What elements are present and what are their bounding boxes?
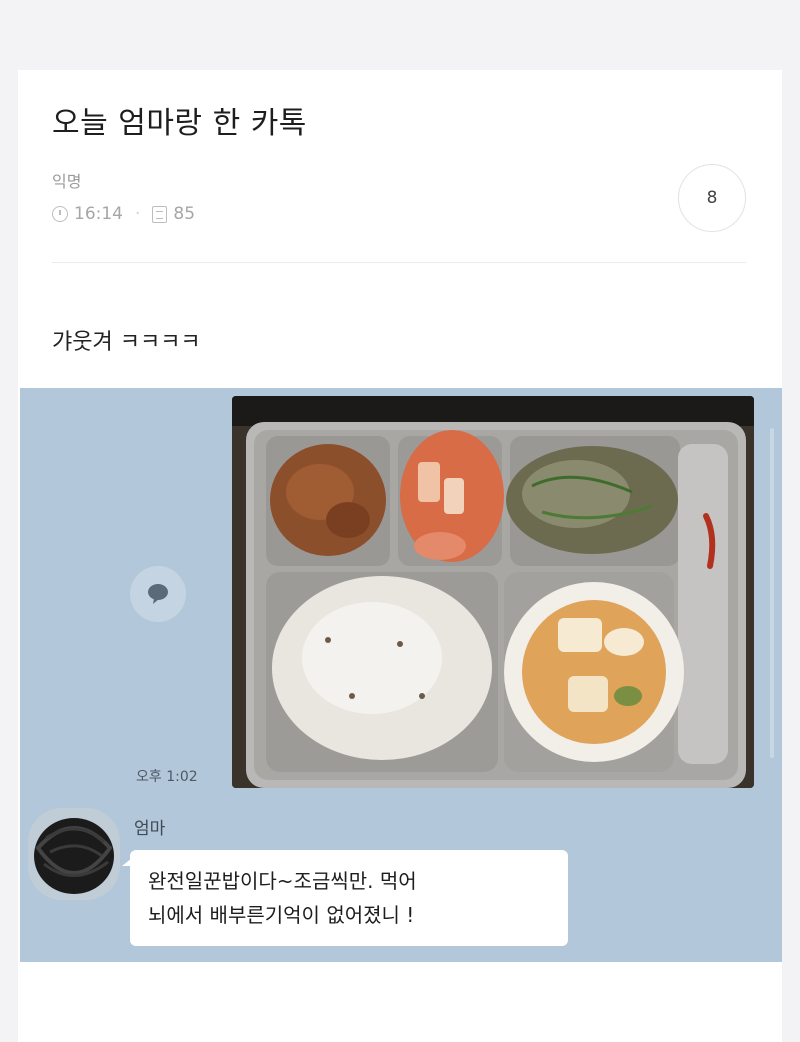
- message-timestamp: 오후 1:02: [136, 769, 198, 785]
- divider: [52, 262, 746, 263]
- post-title: 오늘 엄마랑 한 카톡: [52, 106, 307, 141]
- post-meta: 16:14 · 85: [52, 204, 195, 224]
- post-body-text: 갸웃겨 ㅋㅋㅋㅋ: [52, 330, 201, 355]
- meta-separator: ·: [135, 204, 141, 224]
- sender-name: 엄마: [134, 819, 166, 839]
- message-bubble[interactable]: 완전일꾼밥이다~조금씩만. 먹어 뇌에서 배부른기억이 없어졌니 !: [122, 850, 568, 946]
- speech-bubble-icon: [148, 584, 168, 604]
- post-author[interactable]: 익명: [52, 168, 81, 192]
- chat-scrollbar: [770, 428, 774, 758]
- comment-count-button[interactable]: 8: [678, 164, 746, 232]
- post-time: 16:14: [74, 204, 123, 224]
- scribbled-avatar-icon: [28, 808, 120, 900]
- share-button[interactable]: [130, 566, 186, 622]
- chat-photo-lunch-tray[interactable]: [232, 396, 754, 788]
- clock-icon: [52, 206, 68, 222]
- lunch-tray-image: [232, 396, 754, 788]
- document-icon: [152, 205, 168, 223]
- post-views: 85: [173, 204, 196, 224]
- avatar[interactable]: [28, 808, 120, 900]
- message-text: 완전일꾼밥이다~조금씩만. 먹어 뇌에서 배부른기억이 없어졌니 !: [148, 869, 417, 927]
